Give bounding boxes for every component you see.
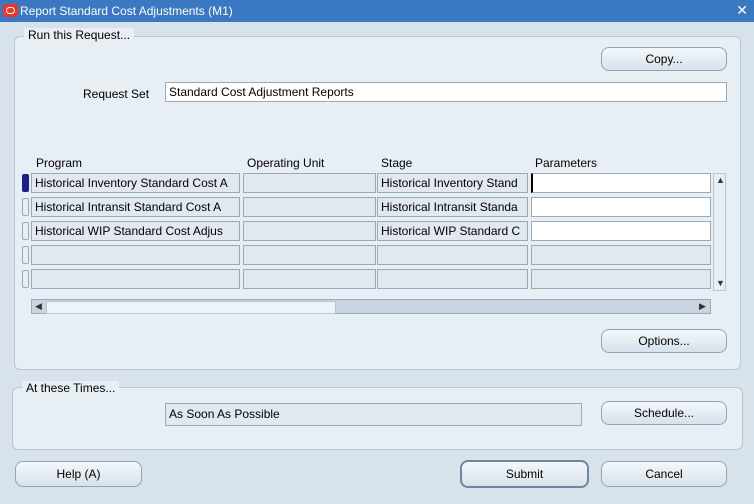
operating-unit-cell[interactable] [243, 245, 376, 265]
copy-button[interactable]: Copy... [601, 47, 727, 71]
schedule-field[interactable]: As Soon As Possible [165, 403, 582, 426]
request-set-field[interactable]: Standard Cost Adjustment Reports [165, 82, 727, 102]
program-cell[interactable] [31, 245, 240, 265]
stage-cell[interactable]: Historical Inventory Stand [377, 173, 528, 193]
oracle-icon [3, 4, 18, 17]
program-cell[interactable] [31, 269, 240, 289]
parameters-cell[interactable] [531, 269, 711, 289]
stage-cell[interactable]: Historical WIP Standard C [377, 221, 528, 241]
vertical-scrollbar[interactable]: ▲ ▼ [713, 173, 726, 291]
header-operating-unit: Operating Unit [247, 156, 325, 170]
stage-cell[interactable] [377, 269, 528, 289]
parameters-cell[interactable] [531, 197, 711, 217]
operating-unit-cell[interactable] [243, 221, 376, 241]
stage-cell[interactable] [377, 245, 528, 265]
options-button[interactable]: Options... [601, 329, 727, 353]
schedule-button[interactable]: Schedule... [601, 401, 727, 425]
run-request-legend: Run this Request... [24, 28, 135, 42]
scroll-left-icon[interactable]: ◀ [35, 301, 42, 312]
request-set-label: Request Set [83, 87, 150, 101]
parameters-cell[interactable] [531, 221, 711, 241]
window-title: Report Standard Cost Adjustments (M1) [20, 4, 233, 18]
header-parameters: Parameters [535, 156, 598, 170]
operating-unit-cell[interactable] [243, 269, 376, 289]
program-cell[interactable]: Historical Intransit Standard Cost A [31, 197, 240, 217]
stage-cell[interactable]: Historical Intransit Standa [377, 197, 528, 217]
row-indicator[interactable] [22, 174, 29, 192]
program-cell[interactable]: Historical Inventory Standard Cost A [31, 173, 240, 193]
header-program: Program [36, 156, 83, 170]
operating-unit-cell[interactable] [243, 173, 376, 193]
operating-unit-cell[interactable] [243, 197, 376, 217]
horizontal-scrollbar[interactable]: ◀ ▶ [31, 299, 711, 314]
scroll-down-icon[interactable]: ▼ [716, 278, 725, 288]
row-indicator[interactable] [22, 222, 29, 240]
title-bar: Report Standard Cost Adjustments (M1) ✕ [0, 0, 754, 22]
header-stage: Stage [381, 156, 413, 170]
scroll-right-icon[interactable]: ▶ [699, 301, 706, 312]
scroll-thumb[interactable] [46, 301, 336, 314]
row-indicator[interactable] [22, 198, 29, 216]
parameters-cell[interactable] [531, 173, 711, 193]
close-icon[interactable]: ✕ [736, 2, 748, 19]
times-legend: At these Times... [22, 381, 120, 395]
help-button[interactable]: Help (A) [15, 461, 142, 487]
row-indicator[interactable] [22, 246, 29, 264]
row-indicator[interactable] [22, 270, 29, 288]
cancel-button[interactable]: Cancel [601, 461, 727, 487]
scroll-up-icon[interactable]: ▲ [716, 175, 725, 185]
submit-button[interactable]: Submit [460, 460, 589, 488]
parameters-cell[interactable] [531, 245, 711, 265]
program-cell[interactable]: Historical WIP Standard Cost Adjus [31, 221, 240, 241]
